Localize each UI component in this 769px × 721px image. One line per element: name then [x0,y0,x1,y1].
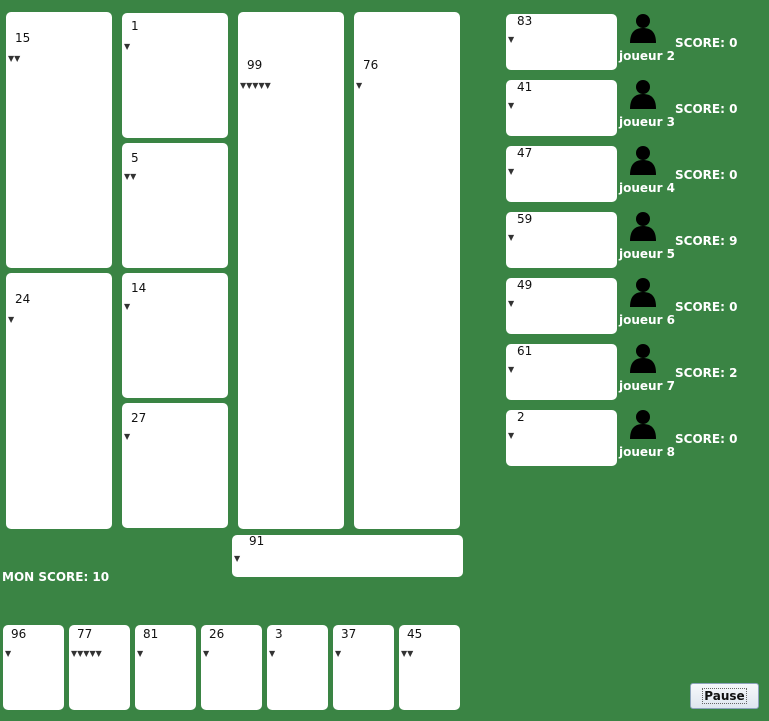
card-bullheads: ▼ [124,432,131,441]
player-score: SCORE: 0 [675,36,738,50]
card-bullheads: ▼ [5,649,12,658]
hand-card[interactable]: 37 ▼ [333,625,394,710]
card-number: 76 [363,58,379,72]
hand-card[interactable]: 81 ▼ [135,625,196,710]
user-silhouette-icon [630,146,656,175]
board-card: 1 ▼ [122,13,228,138]
card-number: 83 [517,14,533,28]
board-card: 76 ▼ [354,12,460,529]
card-number: 41 [517,80,533,94]
board-card: 14 ▼ [122,273,228,398]
board-card: 27 ▼ [122,403,228,528]
player-card: 41 ▼ [506,80,617,136]
card-number: 3 [275,627,283,641]
card-bullheads: ▼▼ [8,54,21,63]
user-silhouette-icon [630,344,656,373]
player-card: 47 ▼ [506,146,617,202]
player-card: 83 ▼ [506,14,617,70]
hand-card[interactable]: 3 ▼ [267,625,328,710]
card-bullheads: ▼▼▼▼▼ [71,649,102,658]
card-number: 2 [517,410,525,424]
my-score: MON SCORE: 10 [2,570,110,584]
player-score: SCORE: 0 [675,102,738,116]
card-number: 37 [341,627,357,641]
card-number: 96 [11,627,27,641]
player-card: 2 ▼ [506,410,617,466]
card-bullheads: ▼ [508,167,515,176]
card-number: 14 [131,281,147,295]
card-bullheads: ▼ [508,299,515,308]
player-card: 61 ▼ [506,344,617,400]
card-bullheads: ▼ [234,554,241,563]
card-bullheads: ▼ [137,649,144,658]
card-number: 59 [517,212,533,226]
card-bullheads: ▼ [508,101,515,110]
board-card: 99 ▼▼▼▼▼ [238,12,344,529]
user-silhouette-icon [630,212,656,241]
player-name: joueur 6 [619,313,676,327]
player-score: SCORE: 2 [675,366,738,380]
card-number: 61 [517,344,533,358]
card-number: 77 [77,627,93,641]
player-score: SCORE: 0 [675,300,738,314]
player-card: 59 ▼ [506,212,617,268]
player-score: SCORE: 0 [675,432,738,446]
card-number: 81 [143,627,159,641]
played-card: 91 ▼ [232,534,463,577]
card-bullheads: ▼ [508,233,515,242]
card-bullheads: ▼ [508,35,515,44]
user-silhouette-icon [630,278,656,307]
player-name: joueur 4 [619,181,676,195]
card-bullheads: ▼▼▼▼▼ [240,81,271,90]
card-number: 91 [249,534,265,548]
card-bullheads: ▼ [335,649,342,658]
hand-card[interactable]: 96 ▼ [3,625,64,710]
card-bullheads: ▼▼ [401,649,414,658]
card-number: 24 [15,292,31,306]
hand-card[interactable]: 45 ▼▼ [399,625,460,710]
card-number: 26 [209,627,225,641]
card-bullheads: ▼ [124,302,131,311]
card-number: 15 [15,31,31,45]
player-name: joueur 5 [619,247,676,261]
user-silhouette-icon [630,80,656,109]
user-silhouette-icon [630,14,656,43]
player-name: joueur 3 [619,115,676,129]
card-bullheads: ▼▼ [124,172,137,181]
hand-card[interactable]: 26 ▼ [201,625,262,710]
player-score: SCORE: 0 [675,168,738,182]
board-card: 15 ▼▼ [6,12,112,268]
card-number: 49 [517,278,533,292]
card-bullheads: ▼ [124,42,131,51]
card-number: 47 [517,146,533,160]
card-bullheads: ▼ [508,365,515,374]
card-number: 45 [407,627,423,641]
card-number: 99 [247,58,263,72]
player-score: SCORE: 9 [675,234,738,248]
hand-card[interactable]: 77 ▼▼▼▼▼ [69,625,130,710]
board-card: 5 ▼▼ [122,143,228,268]
pause-button-label: Pause [702,688,747,704]
card-bullheads: ▼ [203,649,210,658]
player-name: joueur 7 [619,379,676,393]
player-name: joueur 8 [619,445,676,459]
board-card: 24 ▼ [6,273,112,529]
user-silhouette-icon [630,410,656,439]
card-bullheads: ▼ [8,315,15,324]
card-number: 5 [131,151,139,165]
pause-button[interactable]: Pause [690,683,759,709]
card-bullheads: ▼ [508,431,515,440]
player-name: joueur 2 [619,49,676,63]
card-number: 1 [131,19,139,33]
card-bullheads: ▼ [269,649,276,658]
card-bullheads: ▼ [356,81,363,90]
player-card: 49 ▼ [506,278,617,334]
card-number: 27 [131,411,147,425]
